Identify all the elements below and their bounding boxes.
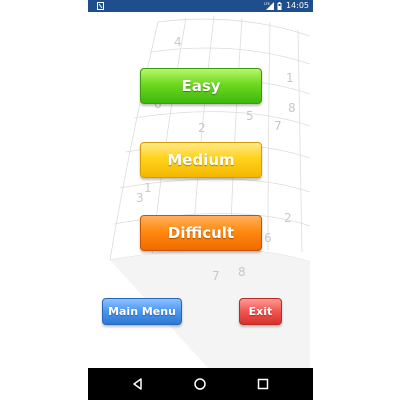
grid-digit: 3: [136, 191, 144, 205]
signal-icon: LTE: [264, 2, 274, 10]
status-icons: LTE 14:05: [264, 0, 309, 12]
grid-digit: 4: [174, 35, 182, 49]
status-bar: LTE 14:05: [88, 0, 313, 12]
grid-digit: 7: [212, 269, 220, 283]
exit-button[interactable]: Exit: [239, 298, 282, 325]
grid-digit: 2: [198, 121, 206, 135]
grid-digit: 5: [246, 109, 254, 123]
easy-button[interactable]: Easy: [140, 68, 262, 104]
network-label: LTE: [264, 2, 270, 6]
difficult-button[interactable]: Difficult: [140, 215, 262, 251]
medium-button[interactable]: Medium: [140, 142, 262, 178]
battery-icon: [277, 2, 282, 10]
grid-digit: 1: [286, 71, 294, 85]
grid-digit: 7: [274, 119, 282, 133]
app-screen: LTE 14:05 4 1 2 5 7 6 3 8 2 7 8 6 1 Easy…: [88, 0, 313, 400]
grid-digit: 6: [264, 231, 272, 245]
notification-icon: [97, 2, 104, 10]
grid-digit: 8: [238, 265, 246, 279]
main-menu-button[interactable]: Main Menu: [102, 298, 182, 325]
grid-digit: 8: [288, 101, 296, 115]
grid-digit: 1: [144, 181, 152, 195]
grid-digit: 2: [284, 211, 292, 225]
recent-apps-icon[interactable]: [255, 376, 271, 392]
navigation-bar: [88, 368, 313, 400]
home-icon[interactable]: [192, 376, 208, 392]
back-icon[interactable]: [130, 376, 146, 392]
status-time: 14:05: [285, 1, 309, 10]
